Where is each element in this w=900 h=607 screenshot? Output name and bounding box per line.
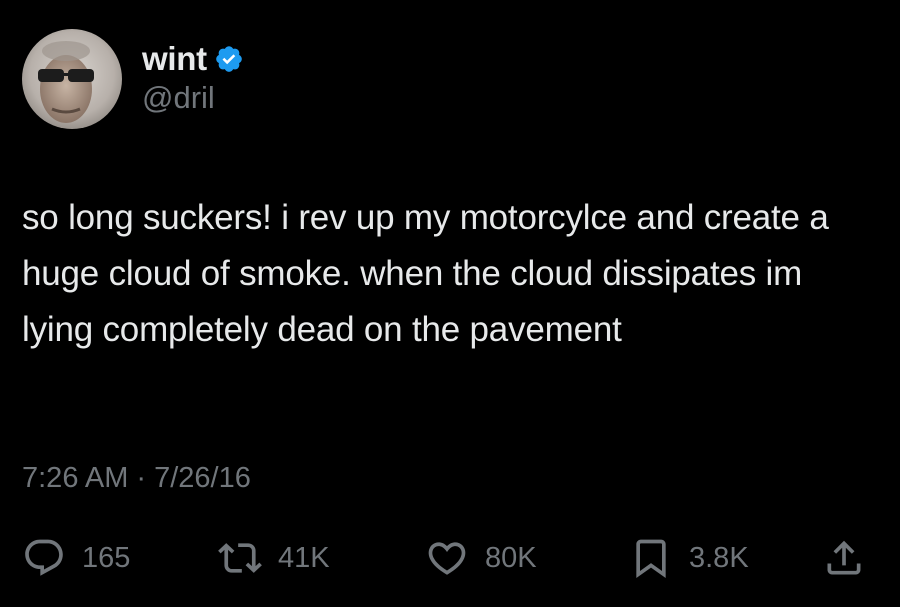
user-handle[interactable]: @dril — [142, 80, 215, 116]
like-button[interactable]: 80K — [425, 532, 537, 584]
tweet-card: wint @dril so long suckers! i rev up my … — [0, 0, 900, 607]
tweet-date: 7/26/16 — [154, 462, 251, 494]
bookmark-icon — [636, 539, 666, 579]
retweet-count: 41K — [278, 541, 330, 574]
bookmark-count: 3.8K — [689, 541, 749, 574]
reply-button[interactable]: 165 — [22, 532, 130, 584]
avatar-image — [22, 29, 122, 129]
avatar[interactable] — [22, 29, 122, 129]
reply-count: 165 — [82, 541, 131, 574]
verified-badge-icon — [214, 44, 244, 74]
share-icon — [827, 540, 861, 575]
like-count: 80K — [485, 541, 537, 574]
retweet-icon — [218, 543, 262, 573]
reply-icon — [25, 539, 63, 576]
share-button[interactable] — [822, 532, 866, 584]
bookmark-button[interactable]: 3.8K — [629, 532, 749, 584]
tweet-text: so long suckers! i rev up my motorcylce … — [22, 198, 829, 349]
heart-icon — [428, 542, 466, 575]
tweet-time: 7:26 AM — [22, 462, 129, 494]
retweet-button[interactable]: 41K — [218, 532, 330, 584]
display-name[interactable]: wint — [142, 40, 207, 78]
name-row: wint — [142, 38, 244, 80]
action-bar: 165 41K 80K 3.8K — [0, 532, 900, 584]
meta-separator: · — [136, 462, 147, 494]
tweet-timestamp[interactable]: 7:26 AM · 7/26/16 — [22, 462, 251, 495]
